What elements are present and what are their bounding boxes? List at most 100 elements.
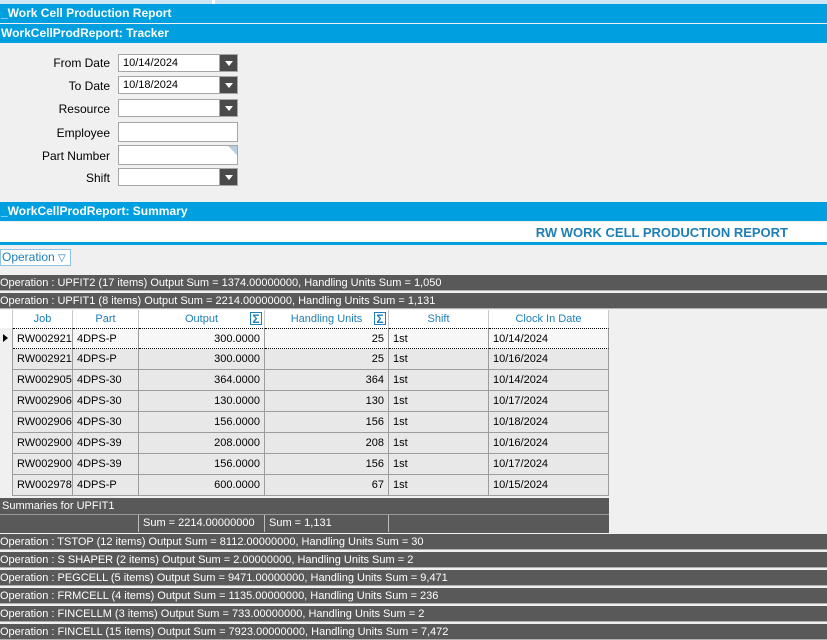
row-selector[interactable] <box>0 433 13 454</box>
from-date-picker[interactable]: 10/14/2024 <box>118 54 238 72</box>
table-row[interactable]: RW002906 4DPS-30 156.0000 156 1st 10/18/2024 <box>0 412 609 433</box>
cell-output[interactable]: 156.0000 <box>139 454 265 475</box>
group-by-operation-button[interactable]: Operation ▽ <box>0 249 71 266</box>
group-row-operation[interactable]: Operation : UPFIT1 (8 items) Output Sum … <box>0 293 827 309</box>
group-row-operation[interactable]: Operation : PEGCELL (5 items) Output Sum… <box>0 570 827 586</box>
group-row-operation[interactable]: Operation : FINCELLM (3 items) Output Su… <box>0 606 827 622</box>
output-header-label: Output <box>184 313 219 325</box>
cell-clock-in-date[interactable]: 10/18/2024 <box>489 412 609 433</box>
cell-handling-units[interactable]: 130 <box>265 391 389 412</box>
cell-shift[interactable]: 1st <box>389 454 489 475</box>
table-row[interactable]: RW002905 4DPS-30 364.0000 364 1st 10/14/2024 <box>0 370 609 391</box>
row-selector[interactable] <box>0 349 13 370</box>
cell-part[interactable]: 4DPS-39 <box>73 433 139 454</box>
employee-input[interactable] <box>118 122 238 142</box>
group-row-operation[interactable]: Operation : FINCELL (15 items) Output Su… <box>0 624 827 640</box>
cell-output[interactable]: 156.0000 <box>139 412 265 433</box>
cell-job[interactable]: RW002905 <box>13 370 73 391</box>
report-title-band: RW WORK CELL PRODUCTION REPORT <box>0 222 827 242</box>
cell-part[interactable]: 4DPS-P <box>73 475 139 496</box>
group-by-label: Operation <box>2 250 55 264</box>
cell-output[interactable]: 208.0000 <box>139 433 265 454</box>
from-date-label: From Date <box>53 56 110 70</box>
from-date-dropdown-icon[interactable] <box>219 55 237 71</box>
table-row[interactable]: RW002921 4DPS-P 300.0000 25 1st 10/14/2024 <box>0 328 609 349</box>
cell-clock-in-date[interactable]: 10/15/2024 <box>489 475 609 496</box>
cell-shift[interactable]: 1st <box>389 412 489 433</box>
cell-part[interactable]: 4DPS-30 <box>73 370 139 391</box>
cell-job[interactable]: RW002978 <box>13 475 73 496</box>
cell-shift[interactable]: 1st <box>389 370 489 391</box>
group-row-operation[interactable]: Operation : TSTOP (12 items) Output Sum … <box>0 534 827 550</box>
cell-output[interactable]: 130.0000 <box>139 391 265 412</box>
cell-shift[interactable]: 1st <box>389 391 489 412</box>
cell-job[interactable]: RW002900 <box>13 454 73 475</box>
cell-handling-units[interactable]: 364 <box>265 370 389 391</box>
filter-icon: ▽ <box>58 253 66 264</box>
row-selector[interactable] <box>0 370 13 391</box>
cell-part[interactable]: 4DPS-30 <box>73 391 139 412</box>
cell-shift[interactable]: 1st <box>389 475 489 496</box>
cell-clock-in-date[interactable]: 10/14/2024 <box>489 328 609 349</box>
cell-clock-in-date[interactable]: 10/14/2024 <box>489 370 609 391</box>
cell-output[interactable]: 300.0000 <box>139 328 265 349</box>
cell-handling-units[interactable]: 208 <box>265 433 389 454</box>
table-row[interactable]: RW002900 4DPS-39 156.0000 156 1st 10/17/2024 <box>0 454 609 475</box>
row-selector[interactable] <box>0 454 13 475</box>
row-selector[interactable] <box>0 475 13 496</box>
part-number-label: Part Number <box>41 149 110 163</box>
cell-output[interactable]: 600.0000 <box>139 475 265 496</box>
group-row-operation[interactable]: Operation : FRMCELL (4 items) Output Sum… <box>0 588 827 604</box>
column-header-job[interactable]: Job <box>13 310 73 328</box>
column-header-part[interactable]: Part <box>73 310 139 328</box>
table-row[interactable]: RW002906 4DPS-30 130.0000 130 1st 10/17/2024 <box>0 391 609 412</box>
shift-label: Shift <box>85 171 110 185</box>
cell-shift[interactable]: 1st <box>389 328 489 349</box>
group-row-operation[interactable]: Operation : UPFIT2 (17 items) Output Sum… <box>0 275 827 291</box>
output-sum-icon[interactable]: Σ <box>250 312 262 325</box>
cell-output[interactable]: 300.0000 <box>139 349 265 370</box>
resource-dropdown-icon[interactable] <box>219 100 237 116</box>
column-header-clock-in-date[interactable]: Clock In Date <box>489 310 609 328</box>
cell-part[interactable]: 4DPS-P <box>73 349 139 370</box>
column-header-handling-units[interactable]: Handling Units Σ <box>265 310 389 328</box>
row-selector[interactable] <box>0 328 13 349</box>
cell-clock-in-date[interactable]: 10/16/2024 <box>489 433 609 454</box>
window-title-bar: _Work Cell Production Report <box>0 4 827 23</box>
cell-handling-units[interactable]: 67 <box>265 475 389 496</box>
cell-job[interactable]: RW002921 <box>13 349 73 370</box>
cell-part[interactable]: 4DPS-30 <box>73 412 139 433</box>
cell-shift[interactable]: 1st <box>389 433 489 454</box>
cell-handling-units[interactable]: 156 <box>265 412 389 433</box>
cell-handling-units[interactable]: 25 <box>265 328 389 349</box>
part-number-lookup-icon[interactable] <box>228 146 237 155</box>
cell-part[interactable]: 4DPS-39 <box>73 454 139 475</box>
table-row[interactable]: RW002921 4DPS-P 300.0000 25 1st 10/16/2024 <box>0 349 609 370</box>
table-row[interactable]: RW002900 4DPS-39 208.0000 208 1st 10/16/2024 <box>0 433 609 454</box>
cell-job[interactable]: RW002906 <box>13 412 73 433</box>
row-selector[interactable] <box>0 391 13 412</box>
cell-clock-in-date[interactable]: 10/17/2024 <box>489 391 609 412</box>
shift-dropdown-icon[interactable] <box>219 169 237 185</box>
cell-job[interactable]: RW002921 <box>13 328 73 349</box>
table-row[interactable]: RW002978 4DPS-P 600.0000 67 1st 10/15/2024 <box>0 475 609 496</box>
row-selector[interactable] <box>0 412 13 433</box>
cell-clock-in-date[interactable]: 10/16/2024 <box>489 349 609 370</box>
cell-handling-units[interactable]: 25 <box>265 349 389 370</box>
cell-part[interactable]: 4DPS-P <box>73 328 139 349</box>
part-number-input[interactable] <box>118 145 238 165</box>
group-row-operation[interactable]: Operation : S SHAPER (2 items) Output Su… <box>0 552 827 568</box>
to-date-dropdown-icon[interactable] <box>219 77 237 93</box>
column-header-output[interactable]: Output Σ <box>139 310 265 328</box>
shift-select[interactable] <box>118 168 238 186</box>
resource-select[interactable] <box>118 99 238 117</box>
cell-handling-units[interactable]: 156 <box>265 454 389 475</box>
cell-output[interactable]: 364.0000 <box>139 370 265 391</box>
cell-job[interactable]: RW002906 <box>13 391 73 412</box>
cell-clock-in-date[interactable]: 10/17/2024 <box>489 454 609 475</box>
cell-shift[interactable]: 1st <box>389 349 489 370</box>
handling-units-sum-icon[interactable]: Σ <box>374 312 386 325</box>
cell-job[interactable]: RW002900 <box>13 433 73 454</box>
column-header-shift[interactable]: Shift <box>389 310 489 328</box>
to-date-picker[interactable]: 10/18/2024 <box>118 76 238 94</box>
